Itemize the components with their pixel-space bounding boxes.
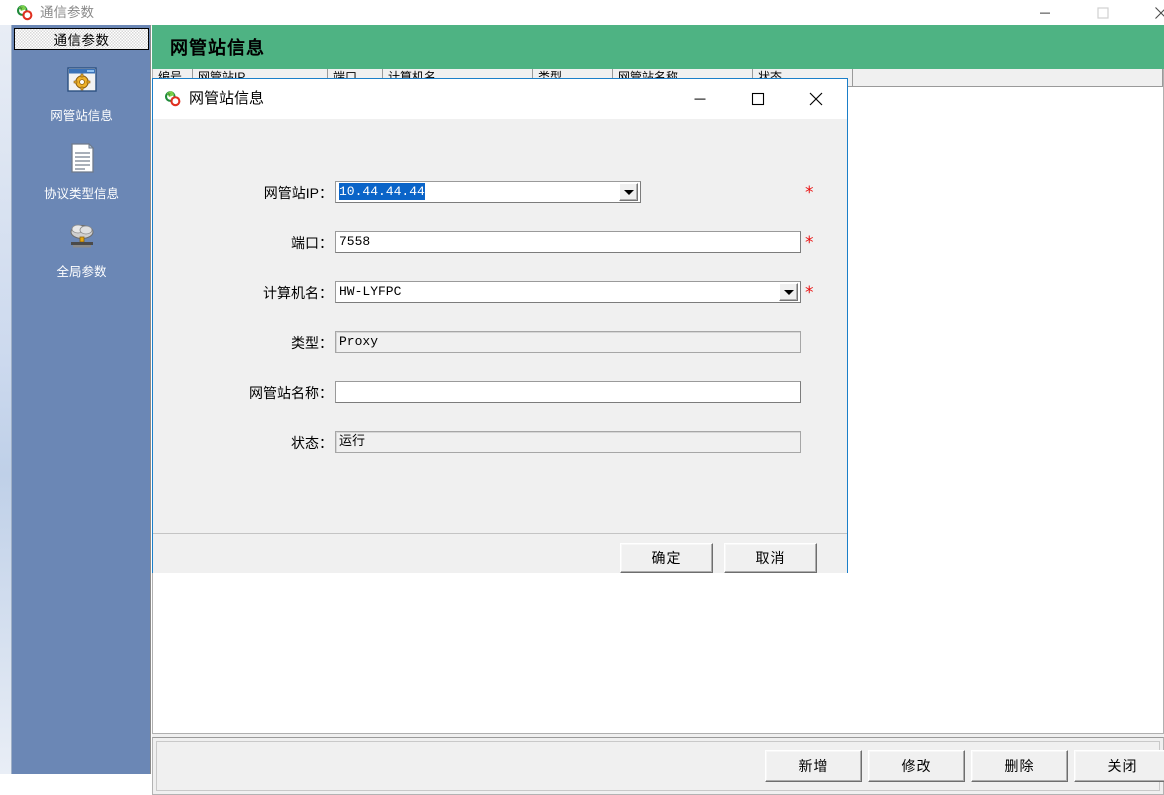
edit-button[interactable]: 修改	[868, 750, 965, 782]
field-label: 网管站名称：	[249, 385, 333, 401]
sidebar-tab-label: 通信参数	[53, 33, 110, 48]
field-label: 端口：	[291, 235, 333, 251]
sidebar-item-label: 全局参数	[56, 265, 107, 279]
cancel-button[interactable]: 取消	[724, 543, 817, 573]
document-lines-icon	[65, 141, 99, 175]
sidebar: 通信参数 网管站信息 协议类型信息 全局参数	[12, 25, 151, 774]
chevron-down-icon[interactable]	[779, 283, 798, 301]
window-title: 通信参数	[40, 5, 94, 20]
close-icon	[809, 92, 823, 106]
sidebar-item-label: 协议类型信息	[43, 187, 119, 201]
field-row-nms-ip: 网管站IP： 10.44.44.44 *	[153, 181, 847, 205]
dialog-footer: 确定 取消	[153, 533, 847, 573]
field-label: 状态：	[291, 435, 333, 451]
app-logo-icon: v	[16, 4, 34, 22]
required-marker: *	[805, 283, 814, 303]
page-title: 网管站信息	[170, 38, 265, 58]
app-logo-icon: v	[164, 90, 182, 108]
content-header: 网管站信息	[152, 25, 1164, 69]
window-titlebar: v 通信参数	[0, 0, 1164, 26]
window-gear-icon	[65, 63, 99, 97]
nms-station-dialog: v 网管站信息 网管站IP： 10.44.44.44 * 端口： 7558 * …	[152, 78, 848, 573]
field-row-port: 端口： 7558 *	[153, 231, 847, 255]
network-cloud-icon	[65, 219, 99, 253]
close-icon	[1155, 6, 1164, 19]
dialog-titlebar: v 网管站信息	[153, 79, 847, 119]
dialog-minimize-button[interactable]	[677, 79, 723, 119]
nms-name-input[interactable]	[335, 381, 801, 403]
window-close-button[interactable]	[1138, 0, 1164, 25]
required-marker: *	[805, 183, 814, 203]
field-row-computer-name: 计算机名： HW-LYFPC *	[153, 281, 847, 305]
window-minimize-button[interactable]	[1022, 0, 1068, 25]
nms-ip-value: 10.44.44.44	[339, 183, 425, 200]
type-input: Proxy	[335, 331, 801, 353]
maximize-icon	[751, 92, 765, 106]
sidebar-item-global-params[interactable]: 全局参数	[14, 219, 149, 280]
dialog-maximize-button[interactable]	[735, 79, 781, 119]
field-label: 类型：	[291, 335, 333, 351]
nms-ip-combobox[interactable]: 10.44.44.44	[335, 181, 641, 203]
minimize-icon	[694, 98, 706, 100]
add-button[interactable]: 新增	[765, 750, 862, 782]
close-button[interactable]: 关闭	[1074, 750, 1164, 782]
required-marker: *	[805, 233, 814, 253]
computer-name-combobox[interactable]: HW-LYFPC	[335, 281, 801, 303]
maximize-icon	[1097, 6, 1109, 19]
minimize-icon	[1040, 12, 1050, 14]
window-maximize-button[interactable]	[1080, 0, 1126, 25]
dialog-title: 网管站信息	[189, 90, 265, 107]
ok-button[interactable]: 确定	[620, 543, 713, 573]
delete-button[interactable]: 删除	[971, 750, 1068, 782]
field-label: 计算机名：	[263, 285, 333, 301]
port-input[interactable]: 7558	[335, 231, 801, 253]
sidebar-item-label: 网管站信息	[50, 109, 113, 123]
chevron-down-icon[interactable]	[619, 183, 638, 201]
table-column-header-filler	[853, 69, 1163, 86]
dialog-close-button[interactable]	[793, 79, 839, 119]
sidebar-item-protocol-type[interactable]: 协议类型信息	[14, 141, 149, 202]
app-window: v 通信参数 通信参数 网管站信息 协议类型信息 全局参数 网管站信息 编号 网…	[0, 0, 1164, 795]
status-input: 运行	[335, 431, 801, 453]
field-row-type: 类型： Proxy	[153, 331, 847, 355]
field-label: 网管站IP：	[263, 185, 333, 201]
dialog-body: 网管站IP： 10.44.44.44 * 端口： 7558 * 计算机名： HW…	[153, 119, 847, 533]
sidebar-item-nms-info[interactable]: 网管站信息	[14, 63, 149, 124]
field-row-status: 状态： 运行	[153, 431, 847, 455]
field-row-nms-name: 网管站名称：	[153, 381, 847, 405]
sidebar-tab-header[interactable]: 通信参数	[14, 28, 149, 50]
